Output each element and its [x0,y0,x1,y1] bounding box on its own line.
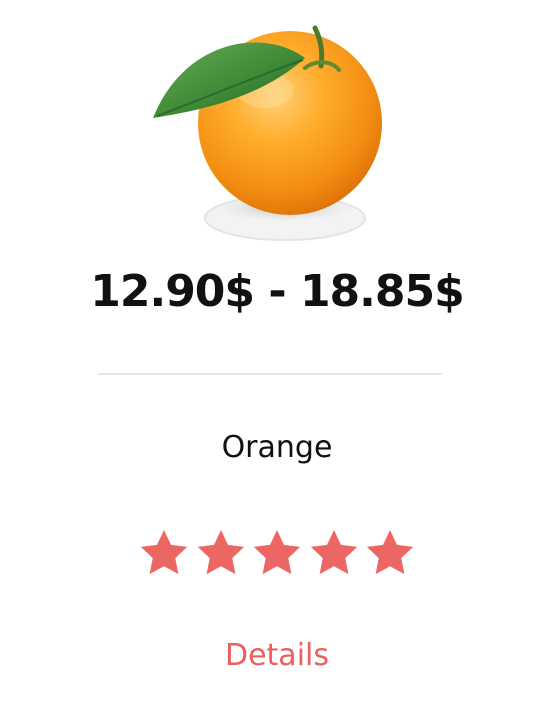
details-container: Details [0,634,554,678]
star-icon [197,530,244,575]
star-icon [310,530,357,575]
star-icon [366,530,414,575]
star-icon [140,530,188,575]
product-name: Orange [221,430,333,465]
product-card: 12.90$ - 18.85$ Orange Details [0,0,554,706]
divider [98,373,442,375]
star-rating [137,525,417,581]
product-price: 12.90$ - 18.85$ [90,266,464,317]
orange-fruit-icon [153,25,382,241]
details-link[interactable]: Details [225,638,329,673]
star-icon [253,530,301,575]
